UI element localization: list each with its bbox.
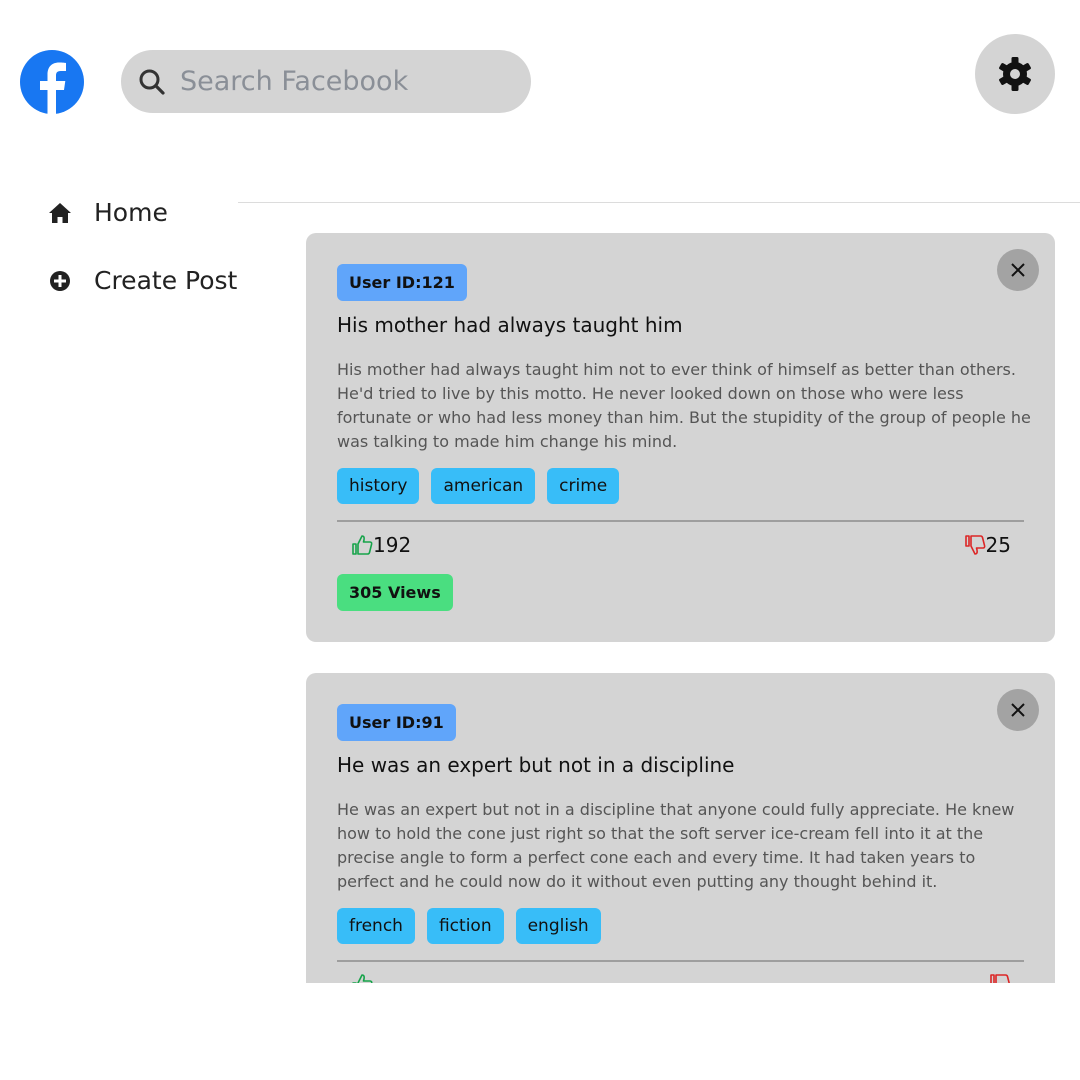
sidebar-item-label: Create Post xyxy=(94,266,238,295)
thumbs-down-icon xyxy=(964,535,986,555)
thumbs-up-icon xyxy=(352,535,373,555)
post-body: His mother had always taught him not to … xyxy=(337,360,1031,451)
user-id-badge[interactable]: User ID:121 xyxy=(337,264,467,301)
card-divider xyxy=(337,960,1024,962)
dislike-button[interactable] xyxy=(989,973,1011,983)
search-icon xyxy=(139,69,165,95)
thumbs-up-icon xyxy=(352,974,373,983)
post-card: User ID:91 He was an expert but not in a… xyxy=(306,673,1055,983)
sidebar-item-create-post[interactable]: Create Post xyxy=(48,266,237,295)
settings-button[interactable] xyxy=(975,34,1055,114)
close-icon xyxy=(1011,263,1025,277)
tag-chip[interactable]: history xyxy=(337,468,420,504)
tag-chip[interactable]: fiction xyxy=(426,908,504,944)
viewport: Home Create Post User ID:121 His mother … xyxy=(0,0,1080,983)
plus-circle-icon xyxy=(50,270,70,291)
tag-chip[interactable]: english xyxy=(515,908,601,944)
search-input[interactable] xyxy=(178,65,512,98)
tag-list: french fiction english xyxy=(337,908,601,944)
post-title: His mother had always taught him xyxy=(337,313,683,337)
sidebar-item-label: Home xyxy=(94,198,168,227)
user-id-badge[interactable]: User ID:91 xyxy=(337,704,456,741)
post-body: He was an expert but not in a discipline… xyxy=(337,800,1015,891)
sidebar-item-home[interactable]: Home xyxy=(48,198,168,227)
like-button[interactable]: 192 xyxy=(351,533,411,557)
dislike-count: 25 xyxy=(985,533,1011,557)
close-post-button[interactable] xyxy=(997,689,1039,731)
tag-chip[interactable]: french xyxy=(337,908,415,944)
thumbs-down-icon xyxy=(990,974,1010,983)
close-post-button[interactable] xyxy=(997,249,1039,291)
views-badge: 305 Views xyxy=(337,574,453,611)
like-button[interactable] xyxy=(351,973,373,983)
tag-list: history american crime xyxy=(337,468,620,504)
post-card: User ID:121 His mother had always taught… xyxy=(306,233,1055,642)
tag-chip[interactable]: crime xyxy=(547,468,620,504)
gear-icon xyxy=(999,57,1031,91)
close-icon xyxy=(1011,703,1025,717)
post-title: He was an expert but not in a discipline xyxy=(337,753,735,777)
facebook-logo-icon[interactable] xyxy=(20,50,84,114)
tag-chip[interactable]: american xyxy=(431,468,536,504)
home-icon xyxy=(49,202,71,223)
card-divider xyxy=(337,520,1024,522)
dislike-button[interactable]: 25 xyxy=(964,533,1011,557)
like-count: 192 xyxy=(373,533,412,557)
header-divider xyxy=(238,202,1080,203)
search-bar[interactable] xyxy=(121,50,531,113)
